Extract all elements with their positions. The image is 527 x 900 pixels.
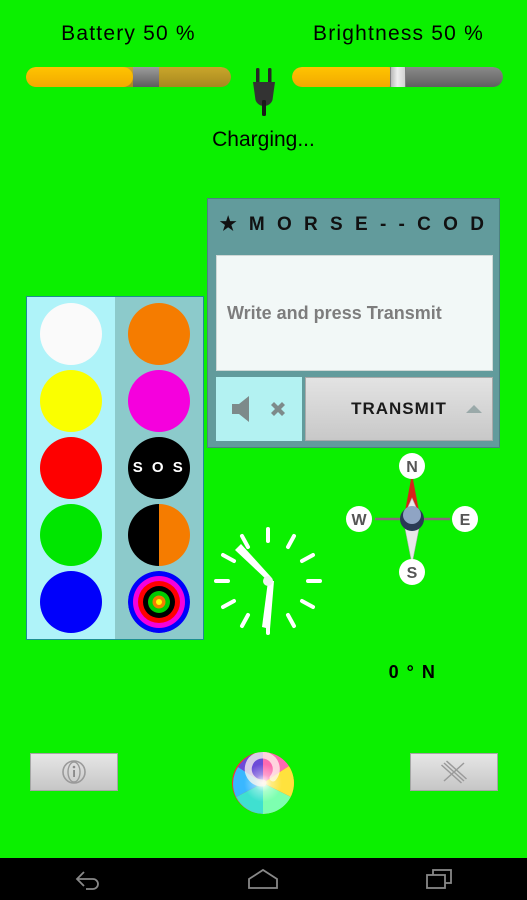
disco-mode-button[interactable] <box>128 570 190 633</box>
brightness-label: Brightness 50 % <box>313 22 484 45</box>
sos-mode-button[interactable]: S O S <box>128 436 190 499</box>
disco-rings-icon <box>128 570 190 633</box>
compass-pivot-highlight <box>403 506 421 524</box>
morse-code-panel: ★ M O R S E - - C O D E ★ Write and pres… <box>207 198 500 448</box>
compass-widget: N E S W <box>345 452 480 587</box>
recents-icon <box>426 869 453 889</box>
police-mode-button[interactable] <box>128 503 190 566</box>
color-swatch-red[interactable] <box>40 436 102 499</box>
color-swatch-yellow[interactable] <box>40 370 102 433</box>
info-button[interactable] <box>30 753 118 791</box>
brightness-slider[interactable] <box>292 67 503 87</box>
close-x-icon <box>440 760 468 784</box>
close-button[interactable] <box>410 753 498 791</box>
chevron-up-icon[interactable] <box>465 399 483 419</box>
palette-column-left <box>27 297 115 639</box>
compass-north-label: N <box>406 459 418 476</box>
brightness-fill <box>292 67 398 87</box>
police-half-orange <box>159 503 190 566</box>
battery-fill <box>26 67 133 87</box>
battery-label: Battery 50 % <box>61 22 196 45</box>
clock-hour-hand <box>235 544 271 581</box>
color-swatch-blue[interactable] <box>40 570 102 633</box>
color-swatch-white[interactable] <box>40 303 102 366</box>
palette-column-right: S O S <box>115 297 203 639</box>
transmit-button[interactable]: TRANSMIT <box>305 377 493 441</box>
color-palette: S O S <box>26 296 204 640</box>
morse-panel-title: ★ M O R S E - - C O D E ★ <box>219 214 488 287</box>
police-half-black <box>128 503 159 566</box>
brightness-thumb[interactable] <box>389 67 406 87</box>
back-arrow-icon <box>75 871 99 890</box>
sos-label: S O S <box>132 459 186 477</box>
nav-recents-button[interactable] <box>409 858 469 900</box>
nav-back-button[interactable] <box>58 858 118 900</box>
color-swirl-button[interactable] <box>232 752 294 814</box>
info-circle-icon <box>62 760 86 784</box>
clock-minute-hand <box>262 581 274 629</box>
speaker-mute-button[interactable] <box>216 377 302 441</box>
charging-status: Charging... <box>212 128 315 151</box>
compass-west-label: W <box>351 512 367 529</box>
power-plug-icon <box>245 68 283 120</box>
analog-clock <box>210 523 326 639</box>
compass-heading-text: 0 ° N <box>388 662 437 682</box>
speaker-mute-icon <box>231 396 249 422</box>
transmit-button-label: TRANSMIT <box>351 399 447 418</box>
battery-bar <box>26 67 231 87</box>
clock-center <box>263 576 273 586</box>
morse-text-input[interactable]: Write and press Transmit <box>216 255 493 371</box>
android-navigation-bar <box>0 858 527 900</box>
battery-marker <box>132 67 159 87</box>
morse-controls-row: TRANSMIT <box>216 377 493 441</box>
color-swirl-icon <box>232 752 294 814</box>
home-icon <box>248 868 279 889</box>
compass-south-label: S <box>407 565 418 582</box>
color-swatch-green[interactable] <box>40 503 102 566</box>
color-swatch-magenta[interactable] <box>128 370 190 433</box>
compass-east-label: E <box>460 512 471 529</box>
mute-cross-icon <box>270 402 285 416</box>
color-swatch-orange[interactable] <box>128 303 190 366</box>
nav-home-button[interactable] <box>233 858 293 900</box>
